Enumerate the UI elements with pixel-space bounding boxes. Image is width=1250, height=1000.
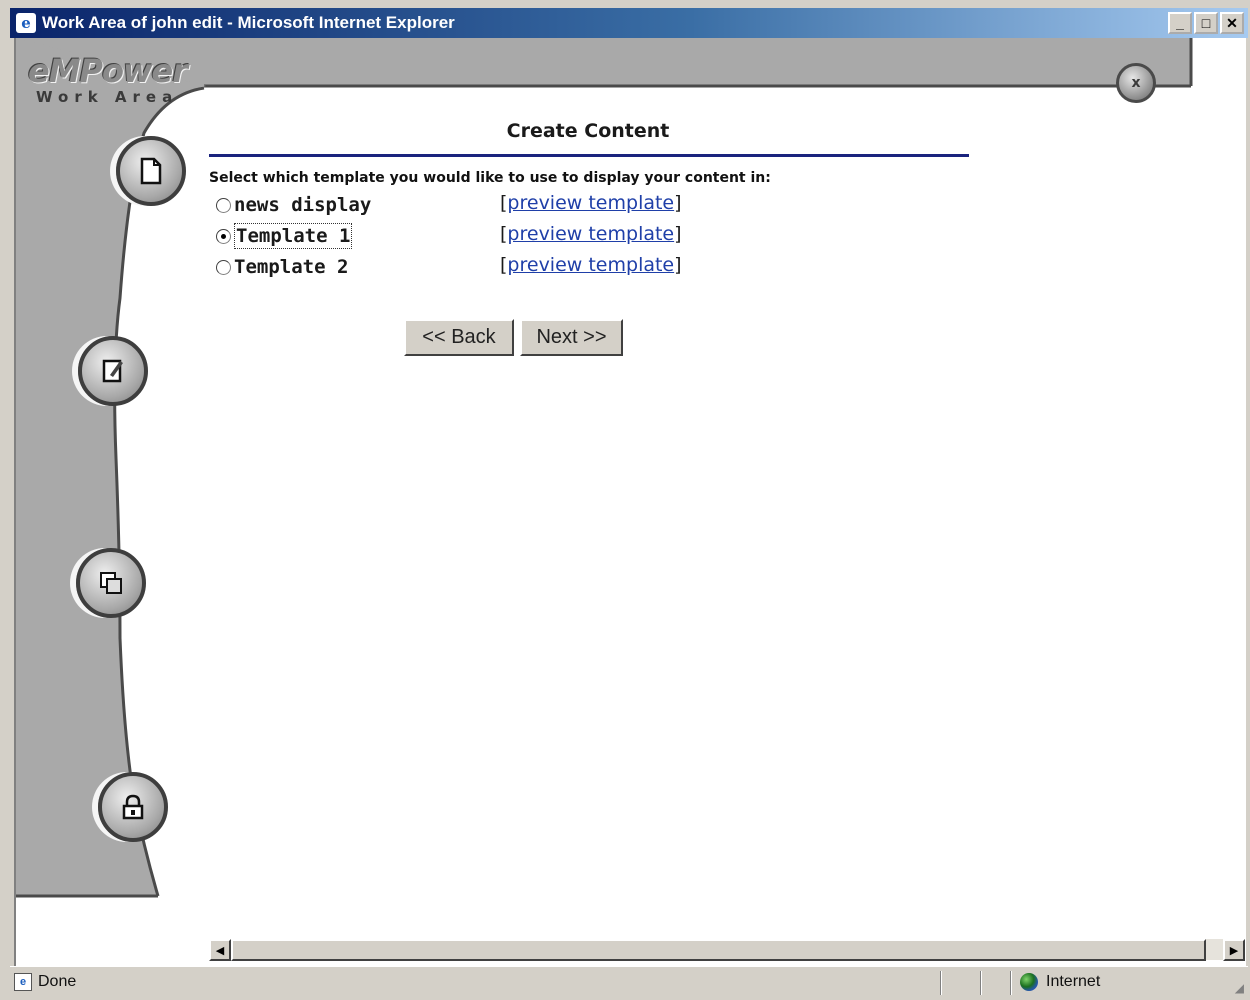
edit-icon: [102, 359, 123, 383]
minimize-button[interactable]: _: [1168, 12, 1192, 34]
template-option-news-display[interactable]: news display: [216, 192, 371, 218]
horizontal-scrollbar[interactable]: ◀ ▶: [209, 938, 1245, 961]
zone-label: Internet: [1046, 973, 1101, 990]
security-zone[interactable]: Internet: [1020, 973, 1100, 991]
focus-outline: Template 1: [234, 223, 353, 249]
nav-library-button[interactable]: [76, 548, 146, 618]
globe-icon: [1020, 973, 1038, 991]
status-left: e Done: [14, 973, 76, 991]
nav-lock-button[interactable]: [98, 772, 168, 842]
document-icon: [140, 157, 162, 185]
next-button[interactable]: Next >>: [520, 319, 623, 356]
preview-template-link[interactable]: preview template: [507, 223, 674, 245]
instructions-text: Select which template you would like to …: [209, 170, 771, 186]
preview-template-2: [preview template]: [500, 254, 682, 276]
workarea-subtitle: Work Area: [36, 88, 179, 106]
template-option-template-2[interactable]: Template 2: [216, 254, 348, 280]
template-option-template-1[interactable]: Template 1: [216, 223, 353, 249]
template-radio[interactable]: [216, 259, 231, 275]
nav-edit-button[interactable]: [78, 336, 148, 406]
scroll-thumb[interactable]: [231, 939, 1206, 961]
template-label: Template 2: [234, 256, 349, 278]
page-status-icon: e: [14, 973, 32, 991]
copy-icon: [100, 572, 122, 594]
window-title-bar[interactable]: e Work Area of john edit - Microsoft Int…: [10, 8, 1248, 38]
browser-content: eMPower Work Area x Create Content Selec…: [14, 38, 1246, 966]
page-title: Create Content: [506, 120, 670, 142]
empower-logo: eMPower: [28, 52, 188, 90]
window-title: Work Area of john edit - Microsoft Inter…: [42, 13, 455, 32]
back-button[interactable]: << Back: [404, 319, 514, 356]
status-bar: e Done Internet ◢: [10, 966, 1248, 998]
template-radio-selected[interactable]: [216, 228, 231, 244]
preview-news-display: [preview template]: [500, 192, 682, 214]
preview-template-1: [preview template]: [500, 223, 682, 245]
template-radio[interactable]: [216, 197, 231, 213]
title-divider: [209, 154, 969, 157]
status-divider: [1010, 971, 1012, 995]
status-divider: [980, 971, 982, 995]
nav-new-content-button[interactable]: [116, 136, 186, 206]
status-text: Done: [38, 973, 77, 990]
maximize-button[interactable]: □: [1194, 12, 1218, 34]
close-window-button[interactable]: ✕: [1220, 12, 1244, 34]
close-workarea-button[interactable]: x: [1116, 63, 1156, 103]
scroll-left-button[interactable]: ◀: [209, 939, 231, 961]
template-label: news display: [234, 194, 372, 216]
status-divider: [940, 971, 942, 995]
preview-template-link[interactable]: preview template: [507, 254, 674, 276]
ie-icon: e: [16, 13, 36, 33]
template-label: Template 1: [236, 225, 351, 247]
preview-template-link[interactable]: preview template: [507, 192, 674, 214]
window-controls: _ □ ✕: [1168, 12, 1244, 34]
resize-grip-icon[interactable]: ◢: [1235, 981, 1244, 995]
scroll-right-button[interactable]: ▶: [1223, 939, 1245, 961]
lock-icon: [122, 794, 144, 820]
